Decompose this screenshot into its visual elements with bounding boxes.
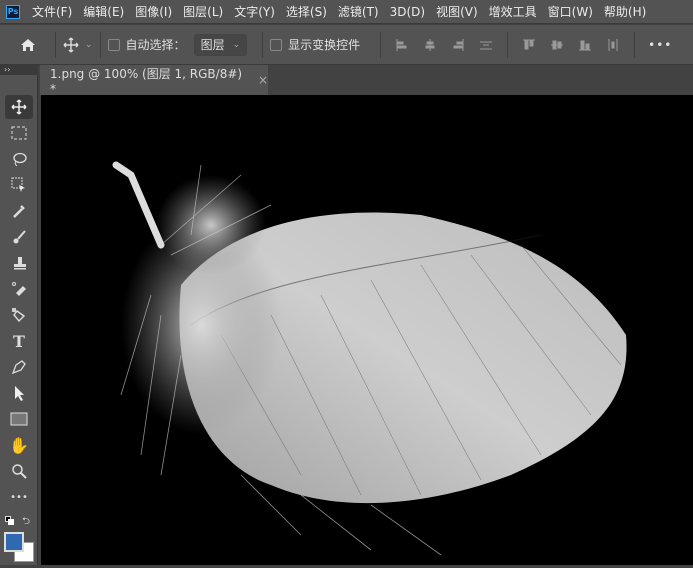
collapse-panel-button[interactable]: ›› [0,65,38,75]
lasso-icon [13,152,27,167]
menu-layer[interactable]: 图层(L) [183,3,223,20]
stamp-icon [14,257,26,270]
menu-window[interactable]: 窗口(W) [548,3,593,20]
menu-file[interactable]: 文件(F) [32,3,72,20]
chevron-down-icon: ⌄ [232,39,241,50]
align-right-icon[interactable] [452,38,464,51]
marquee-tool[interactable] [5,121,33,145]
auto-select-checkbox[interactable] [107,38,120,51]
align-vcenter-icon[interactable] [551,39,564,51]
more-tools-button[interactable]: ••• [5,485,33,509]
menu-image[interactable]: 图像(I) [135,3,172,20]
menu-plugins[interactable]: 增效工具 [489,3,537,20]
close-tab-button[interactable]: × [258,73,268,87]
auto-select-dropdown[interactable]: 图层 ⌄ [193,33,248,56]
object-select-icon [11,177,25,192]
move-icon [11,99,27,115]
menu-type[interactable]: 文字(Y) [234,3,275,20]
object-select-tool[interactable] [5,173,33,197]
chevron-down-icon: ⌄ [85,39,93,50]
pen-tool[interactable] [5,355,33,379]
document-tab-title: 1.png @ 100% (图层 1, RGB/8#) * [50,66,243,96]
divider [262,31,264,58]
tools-panel: ›› T ✋ ••• ⮌ [0,65,38,565]
arrow-cursor-icon [15,386,24,401]
brush-icon [13,230,26,244]
divider [634,31,636,58]
divider [507,31,509,58]
zoom-icon [12,464,27,479]
distribute-vertical-icon[interactable] [480,39,493,51]
paint-bucket-icon [12,308,26,323]
menu-filter[interactable]: 滤镜(T) [338,3,379,20]
document-tab-bar: 1.png @ 100% (图层 1, RGB/8#) * × [40,65,693,96]
default-colors-icon[interactable] [5,516,15,526]
rect-marquee-icon [11,126,27,140]
distribute-horizontal-icon[interactable] [607,38,619,51]
menu-view[interactable]: 视图(V) [436,3,478,20]
align-hcenter-icon[interactable] [424,38,436,51]
menu-help[interactable]: 帮助(H) [604,3,646,20]
more-options-button[interactable]: ••• [648,38,672,52]
eraser-icon [12,282,26,296]
zoom-tool[interactable] [5,459,33,483]
show-transform-label: 显示变换控件 [288,38,361,52]
eyedropper-icon [13,205,25,218]
pen-icon [11,360,26,375]
document-tab[interactable]: 1.png @ 100% (图层 1, RGB/8#) * × [40,65,268,96]
auto-select-value: 图层 [200,38,225,52]
swap-colors-icon[interactable]: ⮌ [22,514,30,531]
rectangle-icon [10,412,28,426]
brush-tool[interactable] [5,225,33,249]
menu-edit[interactable]: 编辑(E) [83,3,124,20]
rectangle-tool[interactable] [5,407,33,431]
menu-bar: Ps 文件(F) 编辑(E) 图像(I) 图层(L) 文字(Y) 选择(S) 滤… [0,0,693,24]
auto-select-label: 自动选择： [125,38,186,52]
show-transform-checkbox[interactable] [270,38,283,51]
hand-icon: ✋ [9,435,29,455]
app-logo[interactable]: Ps [6,4,20,19]
divider [99,31,101,58]
clone-stamp-tool[interactable] [5,251,33,275]
path-select-tool[interactable] [5,381,33,405]
divider [380,31,382,58]
align-left-icon[interactable] [396,38,408,51]
move-tool[interactable] [5,95,33,119]
home-icon[interactable] [8,37,48,53]
menu-3d[interactable]: 3D(D) [390,5,425,19]
move-tool-preset-icon[interactable]: ⌄ [63,37,93,53]
type-icon: T [13,331,25,351]
type-tool[interactable]: T [5,329,33,353]
paint-bucket-tool[interactable] [5,303,33,327]
align-bottom-icon[interactable] [579,39,592,51]
options-bar: ⌄ 自动选择： 图层 ⌄ 显示变换控件 ••• [0,25,693,65]
menu-select[interactable]: 选择(S) [286,3,327,20]
divider [55,31,56,58]
foreground-color-swatch[interactable] [4,532,24,552]
feather-image [112,161,627,556]
document-canvas[interactable] [41,95,693,565]
eraser-tool[interactable] [5,277,33,301]
eyedropper-tool[interactable] [5,199,33,223]
hand-tool[interactable]: ✋ [5,433,33,457]
lasso-tool[interactable] [5,147,33,171]
align-top-icon[interactable] [523,39,536,51]
